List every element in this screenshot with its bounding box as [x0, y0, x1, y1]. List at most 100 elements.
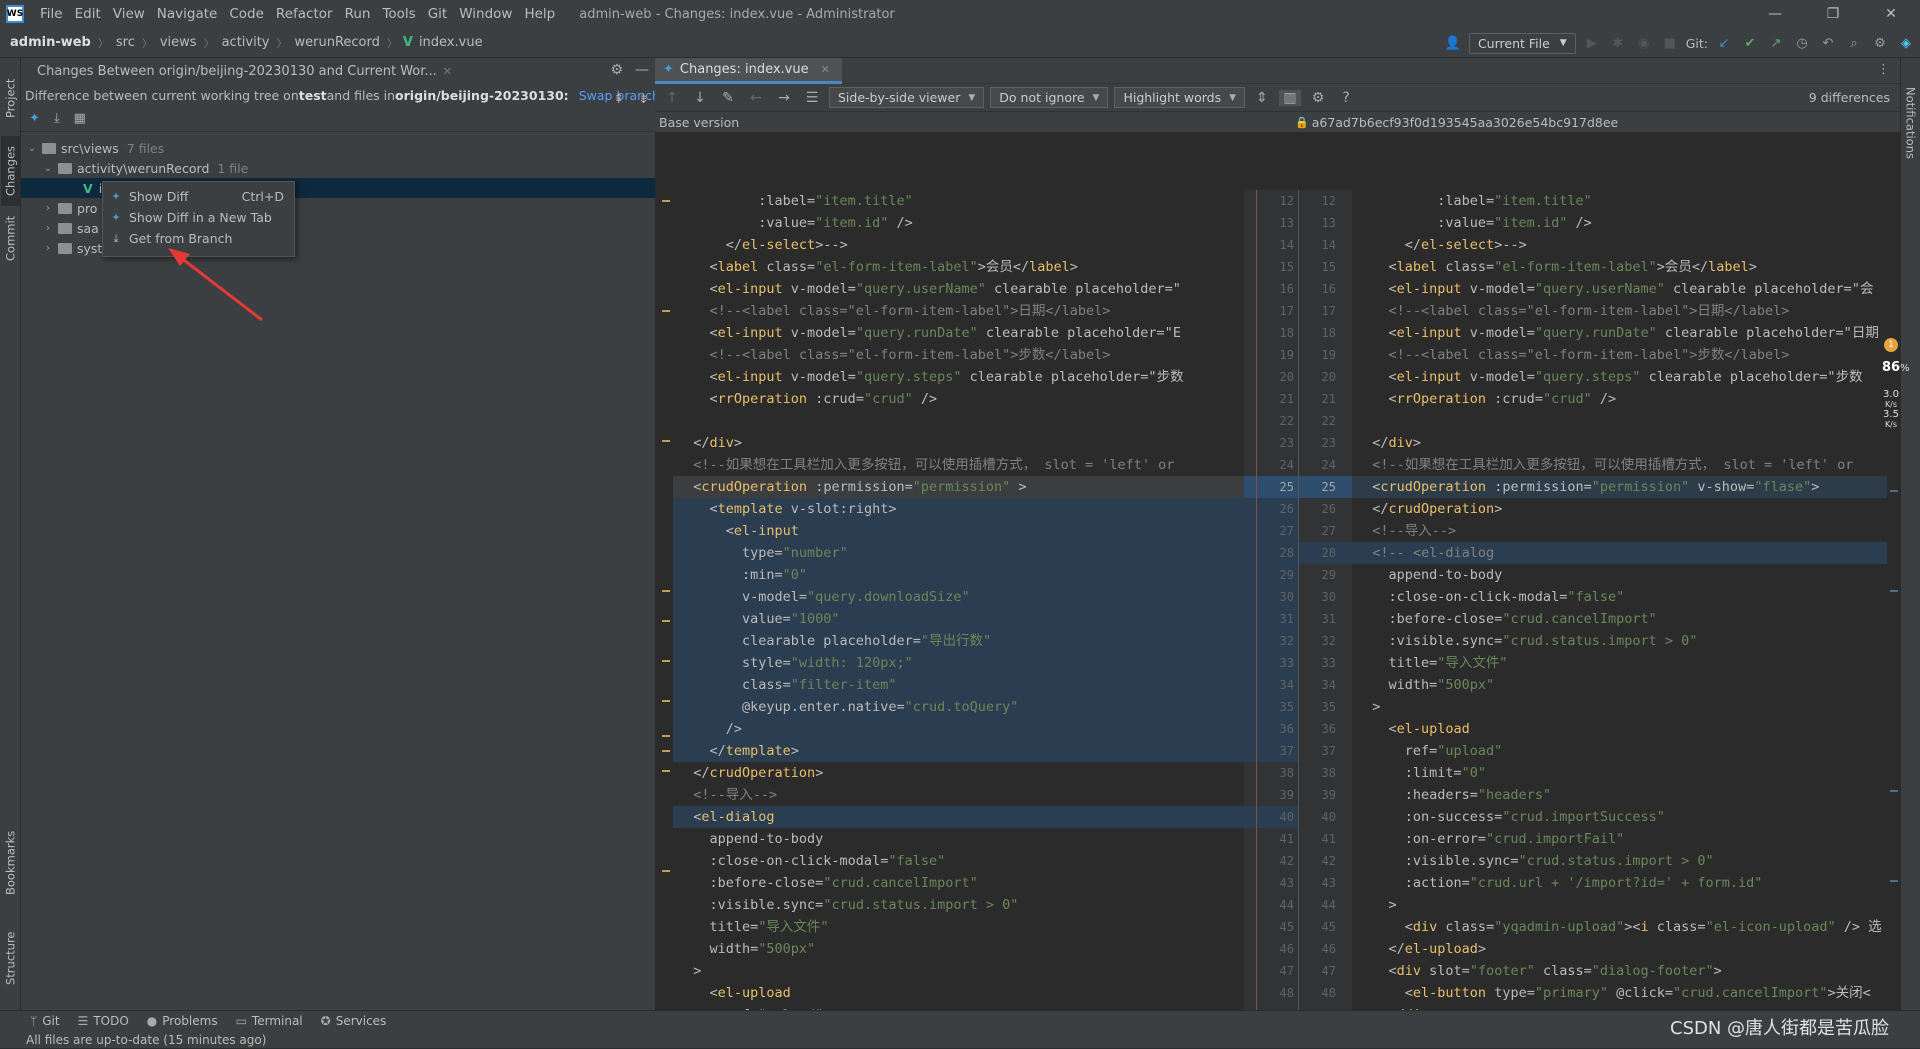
forward-icon[interactable]: → — [773, 90, 795, 106]
tool-tab-git[interactable]: ᛘ Git — [30, 1014, 60, 1028]
minimize-button[interactable]: — — [1746, 0, 1804, 28]
change-marker — [662, 620, 670, 622]
rollback-icon[interactable]: ↶ — [1818, 33, 1838, 53]
highlight-mode-select[interactable]: Highlight words ▼ — [1114, 87, 1246, 108]
menu-window[interactable]: Window — [453, 6, 518, 22]
chevron-right-icon[interactable]: › — [41, 223, 55, 234]
hide-panel-icon[interactable]: — — [635, 62, 649, 78]
rate-unit: K/s — [1884, 420, 1898, 429]
expand-all-icon[interactable]: ⇞ — [613, 92, 624, 107]
menu-item-show-diff[interactable]: ✦ Show Diff Ctrl+D — [103, 186, 294, 207]
vue-file-icon: V — [402, 35, 413, 50]
menu-view[interactable]: View — [107, 6, 151, 22]
tool-tab-notifications[interactable]: Notifications — [1901, 68, 1920, 178]
user-icon[interactable]: 👤 — [1443, 33, 1463, 53]
current-code-line: :value="item.id" /> — [1356, 215, 1592, 231]
download-icon[interactable]: ⤓ — [54, 111, 60, 126]
editor-scrollbar[interactable] — [1887, 190, 1900, 1045]
chevron-down-icon[interactable]: ⌄ — [41, 163, 55, 174]
jetbrains-icon[interactable]: ◈ — [1896, 33, 1916, 53]
line-number: 37 — [1321, 744, 1336, 758]
breadcrumb-activity[interactable]: activity — [220, 35, 272, 50]
run-configuration-select[interactable]: Current File ▼ — [1468, 32, 1576, 54]
ignore-mode-select[interactable]: Do not ignore ▼ — [990, 87, 1109, 108]
menu-refactor[interactable]: Refactor — [270, 6, 339, 22]
tool-tab-services[interactable]: ✪ Services — [321, 1014, 387, 1028]
help-icon[interactable]: ? — [1335, 90, 1357, 106]
breadcrumb-views[interactable]: views — [158, 35, 199, 50]
panel-tab-title[interactable]: Changes Between origin/beijing-20230130 … — [37, 64, 443, 79]
git-update-icon[interactable]: ↙ — [1714, 33, 1734, 53]
tool-tab-problems[interactable]: ● Problems — [147, 1014, 218, 1028]
menu-navigate[interactable]: Navigate — [151, 6, 224, 22]
tool-tab-changes[interactable]: Changes — [1, 136, 20, 206]
tool-tab-bookmarks[interactable]: Bookmarks — [1, 818, 20, 908]
gear-icon[interactable]: ⚙ — [1870, 33, 1890, 53]
show-diff-icon[interactable]: ✦ — [29, 111, 40, 126]
services-icon: ✪ — [320, 1014, 331, 1028]
back-icon[interactable]: ← — [745, 90, 767, 106]
menu-item-show-diff-new-tab[interactable]: ✦ Show Diff in a New Tab — [103, 207, 294, 228]
close-icon[interactable]: ✕ — [443, 65, 452, 78]
search-icon[interactable]: ⌕ — [1844, 33, 1864, 53]
git-push-icon[interactable]: ↗ — [1766, 33, 1786, 53]
chevron-down-icon: ▼ — [1229, 92, 1237, 103]
tool-tab-todo[interactable]: ☰ TODO — [78, 1014, 129, 1028]
line-number: 25 — [1321, 480, 1336, 494]
menu-tools[interactable]: Tools — [376, 6, 421, 22]
menu-git[interactable]: Git — [422, 6, 454, 22]
base-code-line: <!--导入--> — [677, 787, 778, 803]
tool-tab-terminal[interactable]: ▭ Terminal — [236, 1014, 303, 1028]
tool-tab-structure[interactable]: Structure — [1, 918, 20, 998]
sync-scroll-icon[interactable]: ▥ — [1279, 89, 1302, 106]
current-code-line: :before-close="crud.cancelImport" — [1356, 611, 1657, 627]
maximize-button[interactable]: ❐ — [1804, 0, 1862, 28]
debug-icon[interactable]: ✱ — [1608, 33, 1628, 53]
more-icon[interactable]: ⋮ — [1877, 62, 1890, 77]
collapse-all-icon[interactable]: ⇟ — [638, 92, 649, 107]
menu-edit[interactable]: Edit — [69, 6, 107, 22]
line-number: 47 — [1279, 964, 1294, 978]
close-window-button[interactable]: ✕ — [1862, 0, 1920, 28]
menu-help[interactable]: Help — [518, 6, 561, 22]
collapse-unchanged-icon[interactable]: ⇕ — [1251, 90, 1273, 106]
scroll-marker — [1890, 490, 1898, 492]
tree-node-src-views[interactable]: ⌄ src\views 7 files — [21, 138, 655, 158]
branch-local: test — [298, 87, 327, 103]
revision-hash: a67ad7b6ecf93f0d193545aa3026e54bc917d8ee — [1311, 114, 1619, 130]
menu-run[interactable]: Run — [339, 6, 377, 22]
git-commit-icon[interactable]: ✔ — [1740, 33, 1760, 53]
line-number: 41 — [1321, 832, 1336, 846]
base-code-pane[interactable]: :label="item.title" :value="item.id" /> … — [673, 190, 1244, 1045]
gear-icon[interactable]: ⚙ — [1307, 90, 1329, 106]
line-number: 23 — [1321, 436, 1336, 450]
viewer-mode-select[interactable]: Side-by-side viewer ▼ — [829, 87, 985, 108]
base-code-line: </crudOperation> — [677, 765, 824, 781]
list-icon[interactable]: ☰ — [801, 90, 823, 106]
chevron-down-icon[interactable]: ⌄ — [25, 143, 39, 154]
prev-diff-icon[interactable]: ↑ — [661, 90, 683, 106]
group-by-icon[interactable]: ▦ — [74, 111, 86, 126]
stop-icon[interactable]: ■ — [1660, 33, 1680, 53]
tool-tab-commit[interactable]: Commit — [1, 208, 20, 268]
menu-code[interactable]: Code — [223, 6, 270, 22]
tool-tab-project[interactable]: Project — [1, 68, 20, 128]
history-icon[interactable]: ◷ — [1792, 33, 1812, 53]
coverage-icon[interactable]: ◉ — [1634, 33, 1654, 53]
breadcrumb-project[interactable]: admin-web — [8, 35, 93, 50]
editor-tab[interactable]: ✦ Changes: index.vue ✕ — [655, 57, 842, 84]
close-icon[interactable]: ✕ — [821, 63, 830, 76]
line-number: 35 — [1321, 700, 1336, 714]
next-diff-icon[interactable]: ↓ — [689, 90, 711, 106]
current-code-pane[interactable]: :label="item.title" :value="item.id" /> … — [1352, 190, 1887, 1045]
menu-file[interactable]: File — [34, 6, 69, 22]
chevron-right-icon[interactable]: › — [41, 203, 55, 214]
edit-icon[interactable]: ✎ — [717, 90, 739, 106]
chevron-right-icon[interactable]: › — [41, 243, 55, 254]
tree-node-werunrecord[interactable]: ⌄ activity\werunRecord 1 file — [21, 158, 655, 178]
breadcrumb-file[interactable]: index.vue — [417, 35, 485, 50]
breadcrumb-werunrecord[interactable]: werunRecord — [293, 35, 382, 50]
gear-icon[interactable]: ⚙ — [610, 62, 623, 78]
run-icon[interactable]: ▶ — [1582, 33, 1602, 53]
breadcrumb-src[interactable]: src — [114, 35, 137, 50]
